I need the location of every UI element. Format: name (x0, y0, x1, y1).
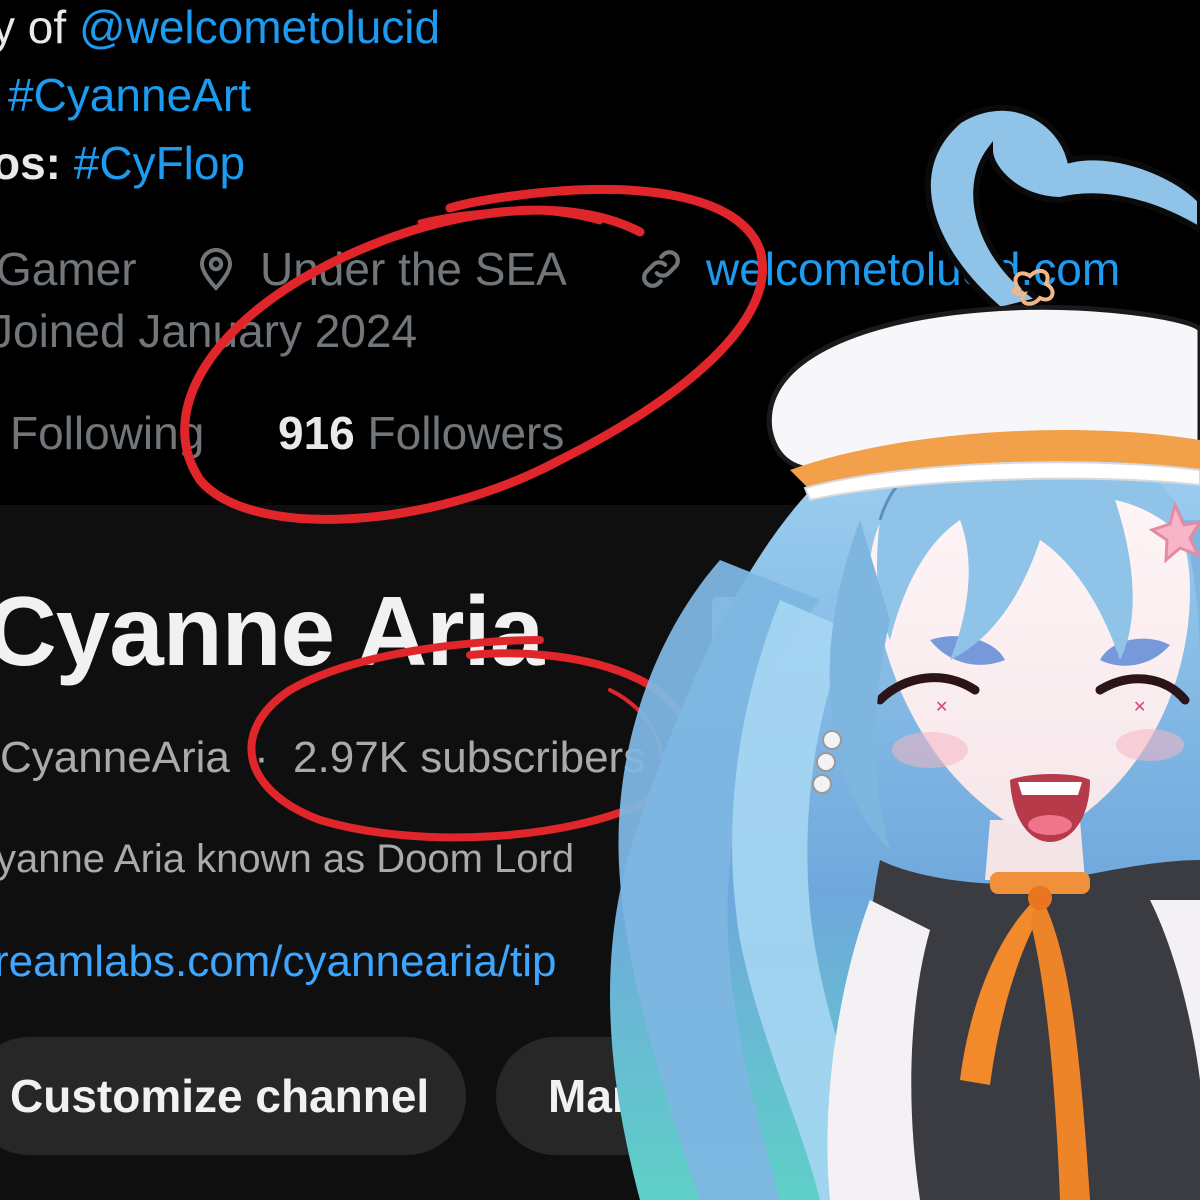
profile-joined-date: Joined January 2024 (0, 305, 418, 357)
link-icon (636, 244, 686, 294)
following-link[interactable]: Following (10, 406, 204, 460)
bio-line-1: y of @welcometolucid (0, 0, 440, 54)
twitter-profile-panel: y of @welcometolucid #CyanneArt os: #CyF… (0, 0, 1200, 505)
profile-location: Under the SEA (260, 243, 567, 295)
followers-link[interactable]: 916 Followers (278, 406, 564, 460)
customize-channel-button[interactable]: Customize channel (0, 1037, 466, 1155)
bio-line-1-prefix: y of (0, 1, 67, 53)
bio-line-3-prefix: os: (0, 137, 61, 189)
channel-link[interactable]: reamlabs.com/cyannearia/tip (0, 937, 556, 987)
profile-website-link[interactable]: welcometolucid.com (706, 242, 1120, 296)
channel-handle: CyanneAria (0, 733, 230, 782)
title-partial-badge (712, 597, 748, 689)
profile-category: Gamer (0, 243, 137, 295)
bio-handle-link[interactable]: @welcometolucid (79, 1, 440, 53)
subscriber-count: 2.97K subscribers (293, 733, 646, 782)
bio-hashtag-cyflop[interactable]: #CyFlop (74, 137, 245, 189)
location-pin-icon (192, 244, 240, 292)
bio-line-2: #CyanneArt (8, 68, 251, 122)
channel-meta-row: CyanneAria · 2.97K subscribers (0, 733, 645, 783)
manage-videos-label: Manage videos (548, 1070, 878, 1122)
channel-description[interactable]: yanne Aria known as Doom Lord (0, 837, 574, 882)
bio-line-3: os: #CyFlop (0, 136, 245, 190)
followers-count: 916 (278, 407, 355, 459)
bio-hashtag-cyanneart[interactable]: #CyanneArt (8, 69, 251, 121)
youtube-channel-panel: Cyanne Aria CyanneAria · 2.97K subscribe… (0, 505, 1200, 1200)
followers-label: Followers (367, 407, 565, 459)
customize-channel-label: Customize channel (10, 1070, 430, 1122)
channel-name: Cyanne Aria (0, 576, 544, 686)
meta-separator: · (254, 733, 269, 782)
following-label: Following (10, 407, 205, 459)
manage-videos-button[interactable]: Manage videos (496, 1037, 916, 1155)
